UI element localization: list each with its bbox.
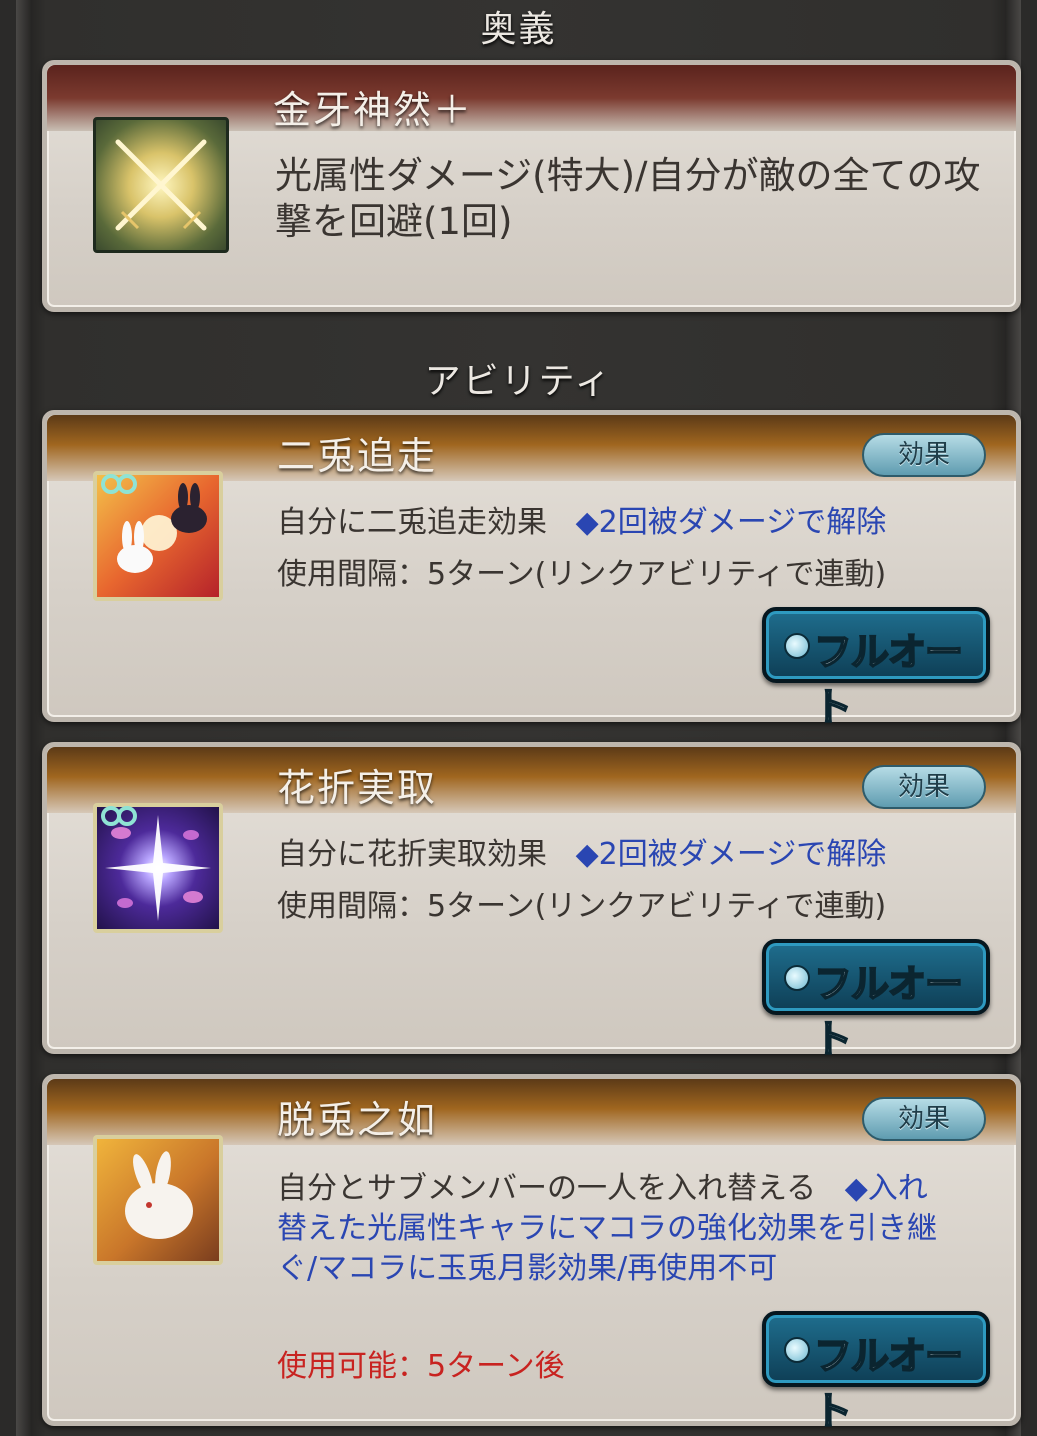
left-frame [16, 0, 32, 1436]
ability-effect: 自分に二兎追走効果 ◆2回被ダメージで解除 [277, 499, 996, 547]
auto-indicator-icon [784, 1337, 810, 1363]
ability-card: 二兎追走 効果 自分に二兎追走効果 ◆2回被ダメージで解除 使用間隔：5ターン(… [42, 410, 1021, 730]
effect-text: 自分とサブメンバーの一人を入れ替える [277, 1171, 817, 1206]
full-auto-label: フルオート [813, 629, 964, 730]
ability-effect: 自分とサブメンバーの一人を入れ替える ◆入れ替えた光属性キャラにマコラの強化効果… [277, 1169, 956, 1289]
auto-indicator-icon [784, 965, 810, 991]
ougi-section-title: 奥義 [0, 0, 1037, 52]
effect-button[interactable]: 効果 [862, 1097, 986, 1141]
full-auto-button[interactable]: フルオート [762, 939, 990, 1062]
ability-card: 花折実取 効果 自分に花折実取効果 ◆2回被ダメージで解除 使用間隔：5ターン(… [42, 742, 1021, 1062]
effect-note: ◆2回被ダメージで解除 [575, 505, 887, 540]
ability-effect: 自分に花折実取効果 ◆2回被ダメージで解除 [277, 831, 996, 879]
ougi-description: 光属性ダメージ(特大)/自分が敵の全ての攻撃を回避(1回) [275, 154, 981, 243]
ability-card: 脱兎之如 効果 自分とサブメンバーの一人を入れ替える ◆入れ替えた光属性キャラに… [42, 1074, 1021, 1434]
ougi-card: 金牙神然＋ 光属性ダメージ(特大)/自分が敵の全ての攻撃を回避(1回) [42, 60, 1021, 312]
crossed-swords-icon [93, 117, 229, 253]
ability-name: 脱兎之如 [277, 1098, 438, 1142]
effect-note: ◆2回被ダメージで解除 [575, 837, 887, 872]
effect-text: 自分に二兎追走効果 [277, 505, 547, 540]
link-icon [101, 806, 137, 826]
ougi-name: 金牙神然＋ [273, 88, 474, 132]
ability-name: 花折実取 [277, 766, 438, 810]
effect-button[interactable]: 効果 [862, 433, 986, 477]
effect-button[interactable]: 効果 [862, 765, 986, 809]
white-rabbit-icon[interactable] [93, 1135, 223, 1265]
effect-text: 自分に花折実取効果 [277, 837, 547, 872]
full-auto-button[interactable]: フルオート [762, 1311, 990, 1434]
ability-cooldown: 使用間隔：5ターン(リンクアビリティで連動) [277, 889, 887, 924]
ability-name: 二兎追走 [277, 434, 438, 478]
full-auto-button[interactable]: フルオート [762, 607, 990, 730]
full-auto-label: フルオート [813, 1333, 964, 1434]
ability-cooldown: 使用間隔：5ターン(リンクアビリティで連動) [277, 557, 887, 592]
auto-indicator-icon [784, 633, 810, 659]
link-icon [101, 474, 137, 494]
ability-section-title: アビリティ [0, 352, 1037, 404]
full-auto-label: フルオート [813, 961, 964, 1062]
